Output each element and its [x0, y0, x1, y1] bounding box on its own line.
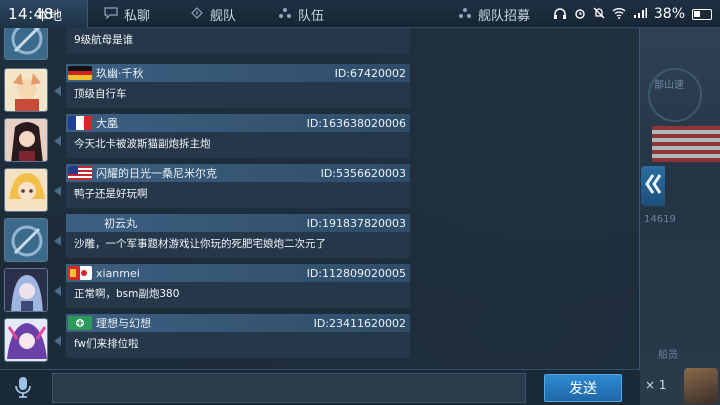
- sender-name[interactable]: 闪耀的日光一桑尼米尔克: [96, 165, 321, 181]
- sender-name[interactable]: 理想与幻想: [96, 315, 314, 331]
- chat-message-input[interactable]: [52, 373, 526, 403]
- chat-input-bar: 发送: [0, 369, 640, 405]
- sender-id: ID:67420002: [334, 66, 406, 80]
- sender-id: ID:23411620002: [313, 316, 406, 330]
- avatar[interactable]: [4, 168, 48, 212]
- bubble-pointer-icon: [54, 336, 61, 346]
- collapse-panel-button[interactable]: [641, 166, 665, 206]
- tab-team[interactable]: 队伍: [278, 0, 324, 28]
- top-bar: 本地 14:48 私聊 舰队 队伍 舰队招募 38%: [0, 0, 720, 28]
- status-time: 14:48: [8, 5, 54, 23]
- avatar[interactable]: [4, 118, 48, 162]
- sender-name[interactable]: xianmei: [96, 267, 307, 280]
- chat-message: 初云丸 ID:191837820003 沙雕，一个军事题材游戏让你玩的死肥宅娘炮…: [54, 214, 410, 260]
- message-header: 理想与幻想 ID:23411620002: [66, 314, 410, 332]
- mute-bell-icon: [593, 7, 605, 22]
- germany-flag-icon: [68, 66, 92, 80]
- tab-fleet-recruit[interactable]: 舰队招募: [458, 0, 530, 28]
- headphones-icon: [553, 7, 567, 22]
- tab-private-chat-label: 私聊: [124, 8, 151, 24]
- chat-message: 大凰 ID:163638020006 今天北卡被波斯猫副炮拆主炮: [54, 114, 410, 160]
- chat-message: 玖幽·千秋 ID:67420002 顶级自行车: [54, 64, 410, 110]
- voice-input-button[interactable]: [8, 376, 38, 402]
- fleet-icon: [190, 6, 204, 22]
- tab-fleet-label: 舰队: [210, 8, 237, 24]
- sender-id: ID:112809020005: [306, 266, 406, 280]
- team-icon: [278, 7, 292, 22]
- usa-flag-icon: [68, 166, 92, 180]
- tab-fleet[interactable]: 舰队: [190, 0, 236, 28]
- message-text: fw们来排位啦: [66, 332, 410, 358]
- chat-message: 理想与幻想 ID:23411620002 fw们来排位啦: [54, 314, 410, 360]
- wifi-icon: [612, 7, 626, 22]
- mixed-flag-icon: [68, 266, 92, 280]
- france-flag-icon: [68, 116, 92, 130]
- message-header: 闪耀的日光一桑尼米尔克 ID:5356620003: [66, 164, 410, 182]
- recruit-icon: [458, 7, 472, 22]
- message-text: 今天北卡被波斯猫副炮拆主炮: [66, 132, 410, 158]
- avatar[interactable]: [4, 28, 48, 60]
- message-header: 玖幽·千秋 ID:67420002: [66, 64, 410, 82]
- avatar-column: [0, 28, 52, 369]
- bubble-pointer-icon: [54, 186, 61, 196]
- bubble-pointer-icon: [54, 286, 61, 296]
- background-number: 14619: [644, 214, 676, 225]
- double-chevron-left-icon: [645, 173, 662, 200]
- avatar[interactable]: [4, 218, 48, 262]
- sender-name[interactable]: 大凰: [96, 115, 307, 131]
- bubble-pointer-icon: [54, 136, 61, 146]
- sender-id: ID:191837820003: [306, 216, 406, 230]
- background-label: 部山速: [654, 80, 684, 91]
- green-flag-icon: [68, 316, 92, 330]
- message-text: 沙雕，一个军事题材游戏让你玩的死肥宅娘炮二次元了: [66, 232, 410, 258]
- system-status-icons: 38%: [553, 0, 712, 28]
- avatar[interactable]: [4, 68, 48, 112]
- sender-id: ID:5356620003: [320, 166, 406, 180]
- bubble-pointer-icon: [54, 86, 61, 96]
- message-text: 鸭子还是好玩啊: [66, 182, 410, 208]
- chat-icon: [104, 6, 118, 22]
- background-counter: × 1: [645, 378, 667, 392]
- background-crew-label: 船员: [658, 350, 678, 361]
- battery-percent: 38%: [653, 6, 685, 22]
- message-text: 正常啊，bsm副炮380: [66, 282, 410, 308]
- microphone-icon: [14, 376, 32, 402]
- background-side-panel: 部山速 14619 船员: [640, 28, 720, 405]
- battery-icon: [692, 8, 712, 20]
- signal-icon: [633, 7, 647, 22]
- alarm-icon: [574, 7, 586, 22]
- sender-name[interactable]: 初云丸: [96, 215, 307, 231]
- tab-fleet-recruit-label: 舰队招募: [478, 8, 531, 24]
- sender-id: ID:163638020006: [306, 116, 406, 130]
- background-flag-icon: [652, 126, 720, 162]
- no-flag-icon: [68, 216, 92, 230]
- chat-panel[interactable]: 9级航母是谁 玖幽·千秋 ID:67420002 顶级自行车 大凰 ID:163…: [0, 28, 640, 369]
- sender-name[interactable]: 玖幽·千秋: [96, 65, 335, 81]
- avatar[interactable]: [4, 268, 48, 312]
- message-header: 初云丸 ID:191837820003: [66, 214, 410, 232]
- chat-message: xianmei ID:112809020005 正常啊，bsm副炮380: [54, 264, 410, 310]
- message-text: 顶级自行车: [66, 82, 410, 108]
- message-header: xianmei ID:112809020005: [66, 264, 410, 282]
- avatar[interactable]: [4, 318, 48, 362]
- message-header: 大凰 ID:163638020006: [66, 114, 410, 132]
- send-button[interactable]: 发送: [544, 374, 622, 402]
- tab-team-label: 队伍: [298, 8, 325, 24]
- chat-message: 9级航母是谁: [56, 28, 410, 56]
- background-avatar: [684, 368, 718, 404]
- tab-private-chat[interactable]: 私聊: [104, 0, 150, 28]
- chat-message: 闪耀的日光一桑尼米尔克 ID:5356620003 鸭子还是好玩啊: [54, 164, 410, 210]
- message-text: 9级航母是谁: [66, 28, 410, 54]
- bubble-pointer-icon: [54, 236, 61, 246]
